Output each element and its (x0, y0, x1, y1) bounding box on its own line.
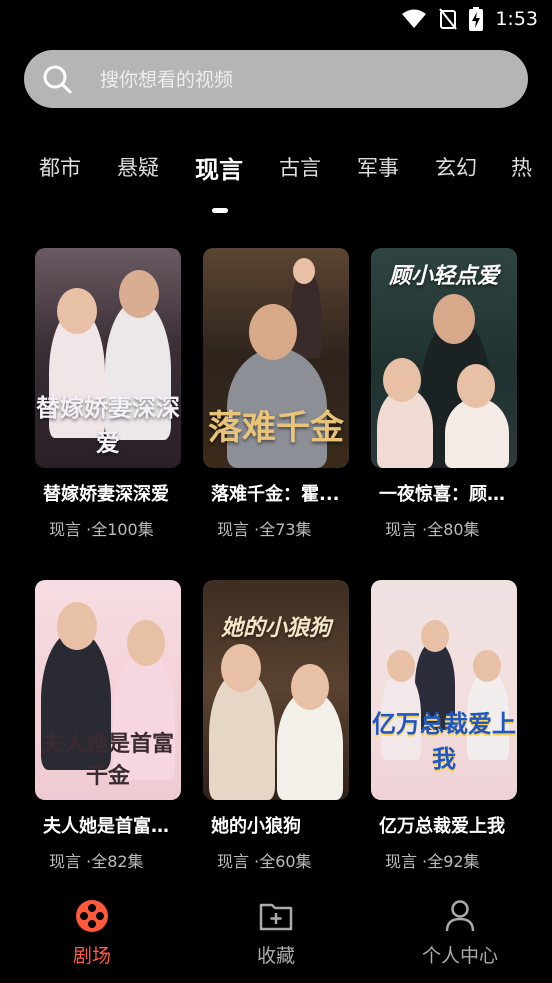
drama-card[interactable]: 亿万总裁爱上我 亿万总裁爱上我 现言 ·全92集 (371, 580, 517, 872)
status-bar: 1:53 (0, 0, 552, 40)
poster-image[interactable]: 替嫁娇妻深深爱 (35, 248, 181, 468)
folder-add-icon (259, 903, 293, 931)
tab-re[interactable]: 热 (511, 152, 532, 182)
nav-favorites[interactable]: 收藏 (184, 893, 368, 983)
drama-card[interactable]: 顾小轻点爱 一夜惊喜：顾小轻点爱 现言 ·全80集 (371, 248, 517, 540)
poster-title: 落难千金 (208, 408, 344, 448)
episode-count: ·全80集 (422, 520, 480, 539)
nav-label: 剧场 (72, 945, 111, 967)
tab-xianyan[interactable]: 现言 (195, 152, 243, 185)
card-title[interactable]: 她的小狼狗 (203, 812, 349, 838)
card-meta: 现言 ·全100集 (35, 516, 181, 540)
genre-label: 现言 (217, 520, 250, 539)
search-input[interactable] (98, 50, 502, 110)
card-meta: 现言 ·全80集 (371, 516, 517, 540)
search-icon (43, 65, 72, 94)
episode-count: ·全73集 (254, 520, 312, 539)
card-title[interactable]: 一夜惊喜：顾小轻点爱 (371, 480, 517, 506)
card-meta: 现言 ·全60集 (203, 848, 349, 872)
card-meta: 现言 ·全92集 (371, 848, 517, 872)
genre-label: 现言 (49, 520, 82, 539)
poster-title: 顾小轻点爱 (388, 263, 499, 289)
search-bar[interactable] (24, 50, 528, 110)
poster-image[interactable]: 顾小轻点爱 (371, 248, 517, 468)
no-signal-icon (439, 8, 458, 30)
category-tabs: 都市 悬疑 现言 古言 军事 玄幻 热 (0, 152, 552, 222)
poster-title: 她的小狼狗 (220, 615, 331, 641)
drama-card[interactable]: 替嫁娇妻深深爱 替嫁娇妻深深爱 现言 ·全100集 (35, 248, 181, 540)
genre-label: 现言 (385, 852, 418, 871)
card-meta: 现言 ·全82集 (35, 848, 181, 872)
tab-dushi[interactable]: 都市 (39, 152, 81, 182)
tab-guyan[interactable]: 古言 (279, 152, 321, 182)
drama-card[interactable]: 她的小狼狗 她的小狼狗 现言 ·全60集 (203, 580, 349, 872)
episode-count: ·全82集 (86, 852, 144, 871)
nav-theater[interactable]: 剧场 (0, 893, 184, 983)
card-title[interactable]: 夫人她是首富千金 (35, 812, 181, 838)
drama-card[interactable]: 夫人她是首富千金 夫人她是首富千金 现言 ·全82集 (35, 580, 181, 872)
card-title[interactable]: 替嫁娇妻深深爱 (35, 480, 181, 506)
episode-count: ·全60集 (254, 852, 312, 871)
genre-label: 现言 (49, 852, 82, 871)
poster-title: 替嫁娇妻深深爱 (36, 393, 180, 457)
nav-label: 收藏 (256, 945, 295, 967)
tab-xuanhuan[interactable]: 玄幻 (435, 152, 477, 182)
status-time: 1:53 (495, 8, 538, 30)
tab-junshi[interactable]: 军事 (357, 152, 399, 182)
genre-label: 现言 (385, 520, 418, 539)
poster-title: 亿万总裁爱上我 (372, 709, 516, 773)
theater-reel-icon (76, 900, 108, 932)
nav-label: 个人中心 (421, 945, 498, 967)
poster-image[interactable]: 落难千金 (203, 248, 349, 468)
card-meta: 现言 ·全73集 (203, 516, 349, 540)
nav-profile[interactable]: 个人中心 (368, 893, 552, 983)
active-tab-indicator (212, 208, 228, 213)
genre-label: 现言 (217, 852, 250, 871)
poster-title: 夫人她是首富千金 (41, 731, 174, 789)
tab-xuanyi[interactable]: 悬疑 (117, 152, 159, 182)
card-title[interactable]: 亿万总裁爱上我 (371, 812, 517, 838)
episode-count: ·全92集 (422, 852, 480, 871)
drama-card[interactable]: 落难千金 落难千金：霍... 现言 ·全73集 (203, 248, 349, 540)
wifi-icon (402, 9, 427, 28)
card-title[interactable]: 落难千金：霍... (203, 480, 349, 506)
episode-count: ·全100集 (86, 520, 154, 539)
poster-image[interactable]: 夫人她是首富千金 (35, 580, 181, 800)
poster-image[interactable]: 亿万总裁爱上我 (371, 580, 517, 800)
bottom-nav: 剧场 收藏 个人中心 (0, 893, 552, 983)
battery-charging-icon (469, 7, 484, 31)
poster-image[interactable]: 她的小狼狗 (203, 580, 349, 800)
person-icon (445, 900, 475, 932)
